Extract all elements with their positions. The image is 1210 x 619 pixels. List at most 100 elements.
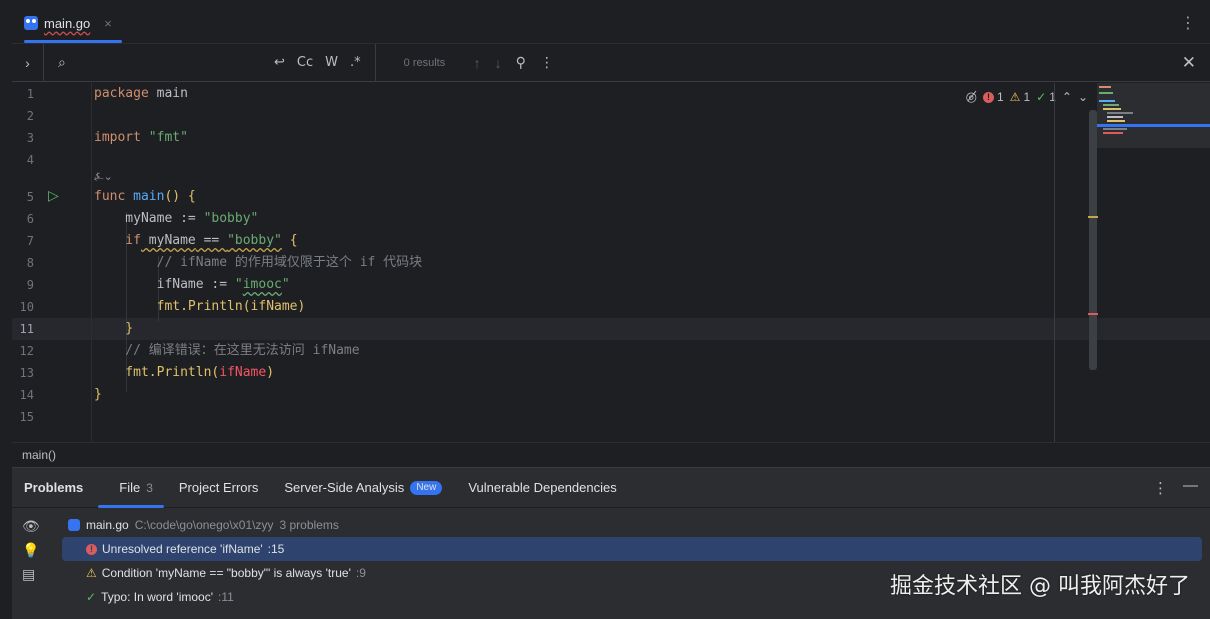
minimap-line (1103, 132, 1123, 134)
find-input[interactable] (82, 50, 262, 75)
minimap-current-line (1097, 124, 1210, 127)
breadcrumb[interactable]: main() (12, 442, 1210, 466)
watermark: 掘金技术社区 @ 叫我阿杰好了 (890, 574, 1190, 599)
paren: ) (266, 365, 275, 380)
warning-stripe[interactable] (1088, 216, 1098, 218)
code-line-10: fmt.Println(ifName) (94, 296, 306, 318)
code-editor[interactable]: 1 2 3 4 5 6 7 8 9 10 11 12 13 14 15 ▷ ⍼⌄… (12, 83, 1210, 442)
lightbulb-icon[interactable]: 💡 (22, 542, 39, 559)
code-line-1: package main (94, 83, 188, 105)
minimap[interactable] (1097, 83, 1210, 148)
identifier: main (148, 86, 188, 101)
inspection-widget[interactable]: ◎̸ ! 1 ⚠ 1 ✓ 1 ⌃ ⌄ (966, 89, 1088, 105)
error-stripe[interactable] (1088, 313, 1098, 315)
line-number: 4 (26, 153, 34, 167)
panel-minimize-icon[interactable]: — (1183, 477, 1198, 494)
line-number: 1 (26, 87, 34, 101)
function-call: Println (187, 299, 243, 314)
errors-indicator[interactable]: ! 1 (982, 90, 1004, 104)
identifier: ifName := (94, 277, 235, 292)
problem-item[interactable]: ! Unresolved reference 'ifName' :15 (62, 537, 1202, 561)
code-line-5: func main() { (94, 186, 196, 208)
string-quote: " (234, 277, 243, 292)
vertical-scrollbar[interactable] (1089, 110, 1097, 370)
problems-tabs: Problems File 3 Project Errors Server-Sid… (12, 468, 1210, 508)
match-case-toggle[interactable]: Cc (297, 55, 313, 70)
regex-toggle[interactable]: .* (350, 55, 361, 70)
error-icon: ! (982, 91, 994, 103)
filter-icon[interactable]: ⚲ (516, 54, 526, 71)
keyword: if (94, 233, 141, 248)
call-arguments: (ifName) (242, 299, 306, 314)
problem-text: Typo: In word 'imooc' (101, 590, 214, 604)
problem-location: :15 (267, 542, 285, 556)
comment: // ifName 的作用域仅限于这个 if 代码块 (94, 255, 423, 270)
problem-location: :11 (218, 590, 234, 604)
string-typo: imooc (242, 277, 282, 292)
tab-filename: main.go (44, 15, 91, 31)
editor-gutter: 1 2 3 4 5 6 7 8 9 10 11 12 13 14 15 ▷ (12, 83, 92, 442)
find-close-icon[interactable]: ✕ (1182, 53, 1196, 73)
editor-tab-main-go[interactable]: main.go × (24, 10, 112, 36)
previous-occurrence-icon[interactable]: ↑ (474, 55, 481, 71)
string-quote: " (281, 277, 290, 292)
package-ref: fmt. (94, 299, 188, 314)
typos-indicator[interactable]: ✓ 1 (1036, 90, 1056, 104)
problem-text: Unresolved reference 'ifName' (102, 542, 263, 556)
tab-menu-icon[interactable]: ⋮ (1180, 13, 1196, 33)
problems-file-node[interactable]: main.go C:\code\go\onego\x01\zyy 3 probl… (62, 513, 1202, 537)
find-results-count: 0 results (403, 56, 446, 69)
identifier: myName := (94, 211, 204, 226)
find-divider (374, 43, 376, 82)
warnings-indicator[interactable]: ⚠ 1 (1010, 90, 1030, 104)
brace-matched: } (94, 321, 134, 336)
file-name: main.go (86, 518, 129, 532)
code-line-6: myName := "bobby" (94, 208, 258, 230)
tab-file[interactable]: File 3 (119, 480, 153, 495)
search-icon[interactable]: ⌕ (58, 54, 82, 71)
preview-icon[interactable]: ▤ (22, 566, 35, 583)
panel-options-icon[interactable]: ⋮ (1153, 479, 1168, 497)
preserve-case-toggle[interactable]: ↩ (274, 55, 285, 70)
line-number: 7 (26, 234, 34, 248)
next-problem-icon[interactable]: ⌄ (1078, 90, 1088, 104)
code-line-12: // 编译错误：在这里无法访问 ifName (94, 340, 359, 362)
punctuation: () { (164, 189, 196, 204)
error-icon: ! (86, 543, 97, 555)
reader-mode-icon[interactable]: ◎̸ (966, 89, 977, 105)
tab-close-icon[interactable]: × (104, 16, 112, 31)
problem-text: Condition 'myName == "bobby"' is always … (101, 566, 351, 580)
problems-toolbar: 👁 💡 ▤ (12, 508, 50, 619)
string-literal: "fmt" (140, 130, 188, 145)
minimap-line (1107, 112, 1133, 114)
problem-count: 3 problems (279, 518, 339, 532)
minimap-line (1103, 108, 1121, 110)
run-icon[interactable]: ▷ (48, 187, 59, 204)
errors-count: 1 (996, 90, 1004, 104)
line-number: 10 (19, 300, 34, 314)
eye-icon[interactable]: 👁 (22, 518, 40, 535)
line-number: 2 (26, 109, 34, 123)
tab-label: Server-Side Analysis (284, 480, 405, 495)
window-edge (0, 0, 12, 619)
minimap-line (1103, 104, 1119, 106)
minimap-line (1107, 116, 1123, 118)
line-number: 14 (19, 388, 34, 402)
find-expand-icon[interactable]: › (12, 43, 44, 82)
new-badge: New (410, 480, 443, 495)
line-number-current: 11 (19, 322, 34, 336)
line-number: 9 (26, 278, 34, 292)
tab-vulnerable-dependencies[interactable]: Vulnerable Dependencies (468, 480, 616, 495)
tab-server-side-analysis[interactable]: Server-Side Analysis New (284, 480, 443, 495)
next-occurrence-icon[interactable]: ↓ (495, 55, 502, 71)
find-bar: › ⌕ ↩ Cc W .* 0 results ↑ ↓ ⚲ ⋮ ✕ (12, 43, 1210, 82)
problems-title: Problems (24, 480, 84, 495)
line-number: 8 (26, 256, 34, 270)
find-more-icon[interactable]: ⋮ (540, 54, 554, 71)
code-line-13: fmt.Println(ifName) (94, 362, 274, 384)
editor-tab-bar: main.go × ⋮ (12, 0, 1210, 44)
line-number: 3 (26, 131, 34, 145)
whole-word-toggle[interactable]: W (325, 55, 338, 70)
previous-problem-icon[interactable]: ⌃ (1062, 90, 1072, 104)
tab-project-errors[interactable]: Project Errors (179, 480, 258, 495)
